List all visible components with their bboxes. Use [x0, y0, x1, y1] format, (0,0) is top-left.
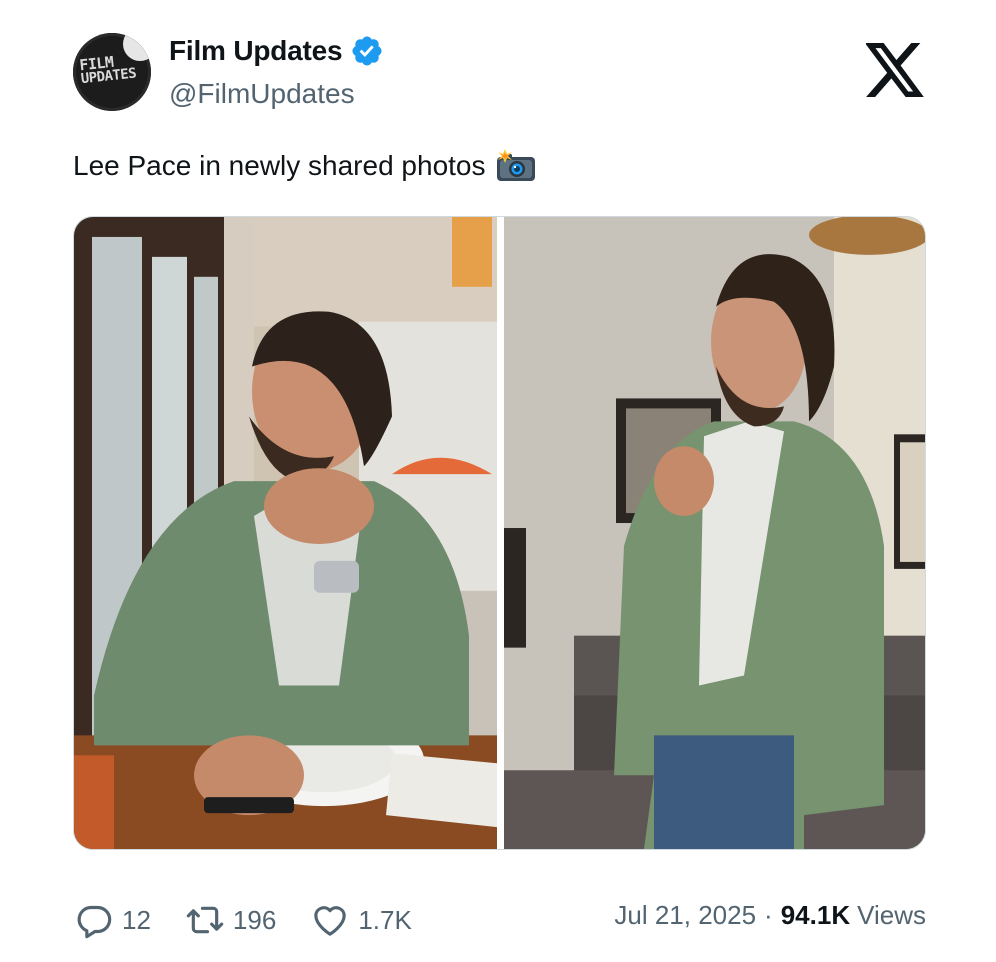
- heart-icon: [314, 906, 347, 936]
- reply-icon: [77, 905, 112, 939]
- photo-2-illustration: [504, 217, 925, 849]
- tweet-meta: Jul 21, 2025 · 94.1K Views: [614, 900, 926, 931]
- tweet-text: Lee Pace in newly shared photos: [73, 149, 536, 183]
- author-display-name[interactable]: Film Updates: [169, 35, 343, 67]
- x-logo-icon[interactable]: [866, 43, 926, 97]
- author-handle[interactable]: @FilmUpdates: [169, 78, 355, 110]
- repost-button[interactable]: 196: [185, 900, 276, 940]
- repost-count: 196: [232, 904, 277, 935]
- avatar-logo: FILM UPDATES: [78, 52, 137, 88]
- tweet-date[interactable]: Jul 21, 2025: [614, 900, 756, 931]
- reply-count: 12: [122, 904, 151, 935]
- engagement-bar: 12 196 1.7K: [74, 896, 446, 944]
- verified-badge-icon: [352, 36, 382, 66]
- reply-button[interactable]: 12: [74, 900, 151, 940]
- like-button[interactable]: 1.7K: [310, 900, 412, 940]
- repost-icon: [186, 906, 224, 934]
- photo-1-illustration: [74, 217, 497, 849]
- tweet-text-body: Lee Pace in newly shared photos: [73, 150, 486, 181]
- meta-separator: ·: [764, 900, 773, 930]
- tweet-photo-2[interactable]: [504, 217, 925, 849]
- tweet-media-grid[interactable]: [73, 216, 926, 850]
- like-count: 1.7K: [358, 904, 412, 935]
- views-label: Views: [857, 900, 926, 930]
- tweet-photo-1[interactable]: [74, 217, 497, 849]
- tweet-card: FILM UPDATES Film Updates @FilmUpdates L…: [0, 0, 996, 962]
- author-avatar[interactable]: FILM UPDATES: [73, 33, 151, 111]
- camera-with-flash-icon: [496, 149, 535, 181]
- views-count: 94.1K: [780, 900, 851, 930]
- author-name-row: Film Updates: [169, 33, 384, 69]
